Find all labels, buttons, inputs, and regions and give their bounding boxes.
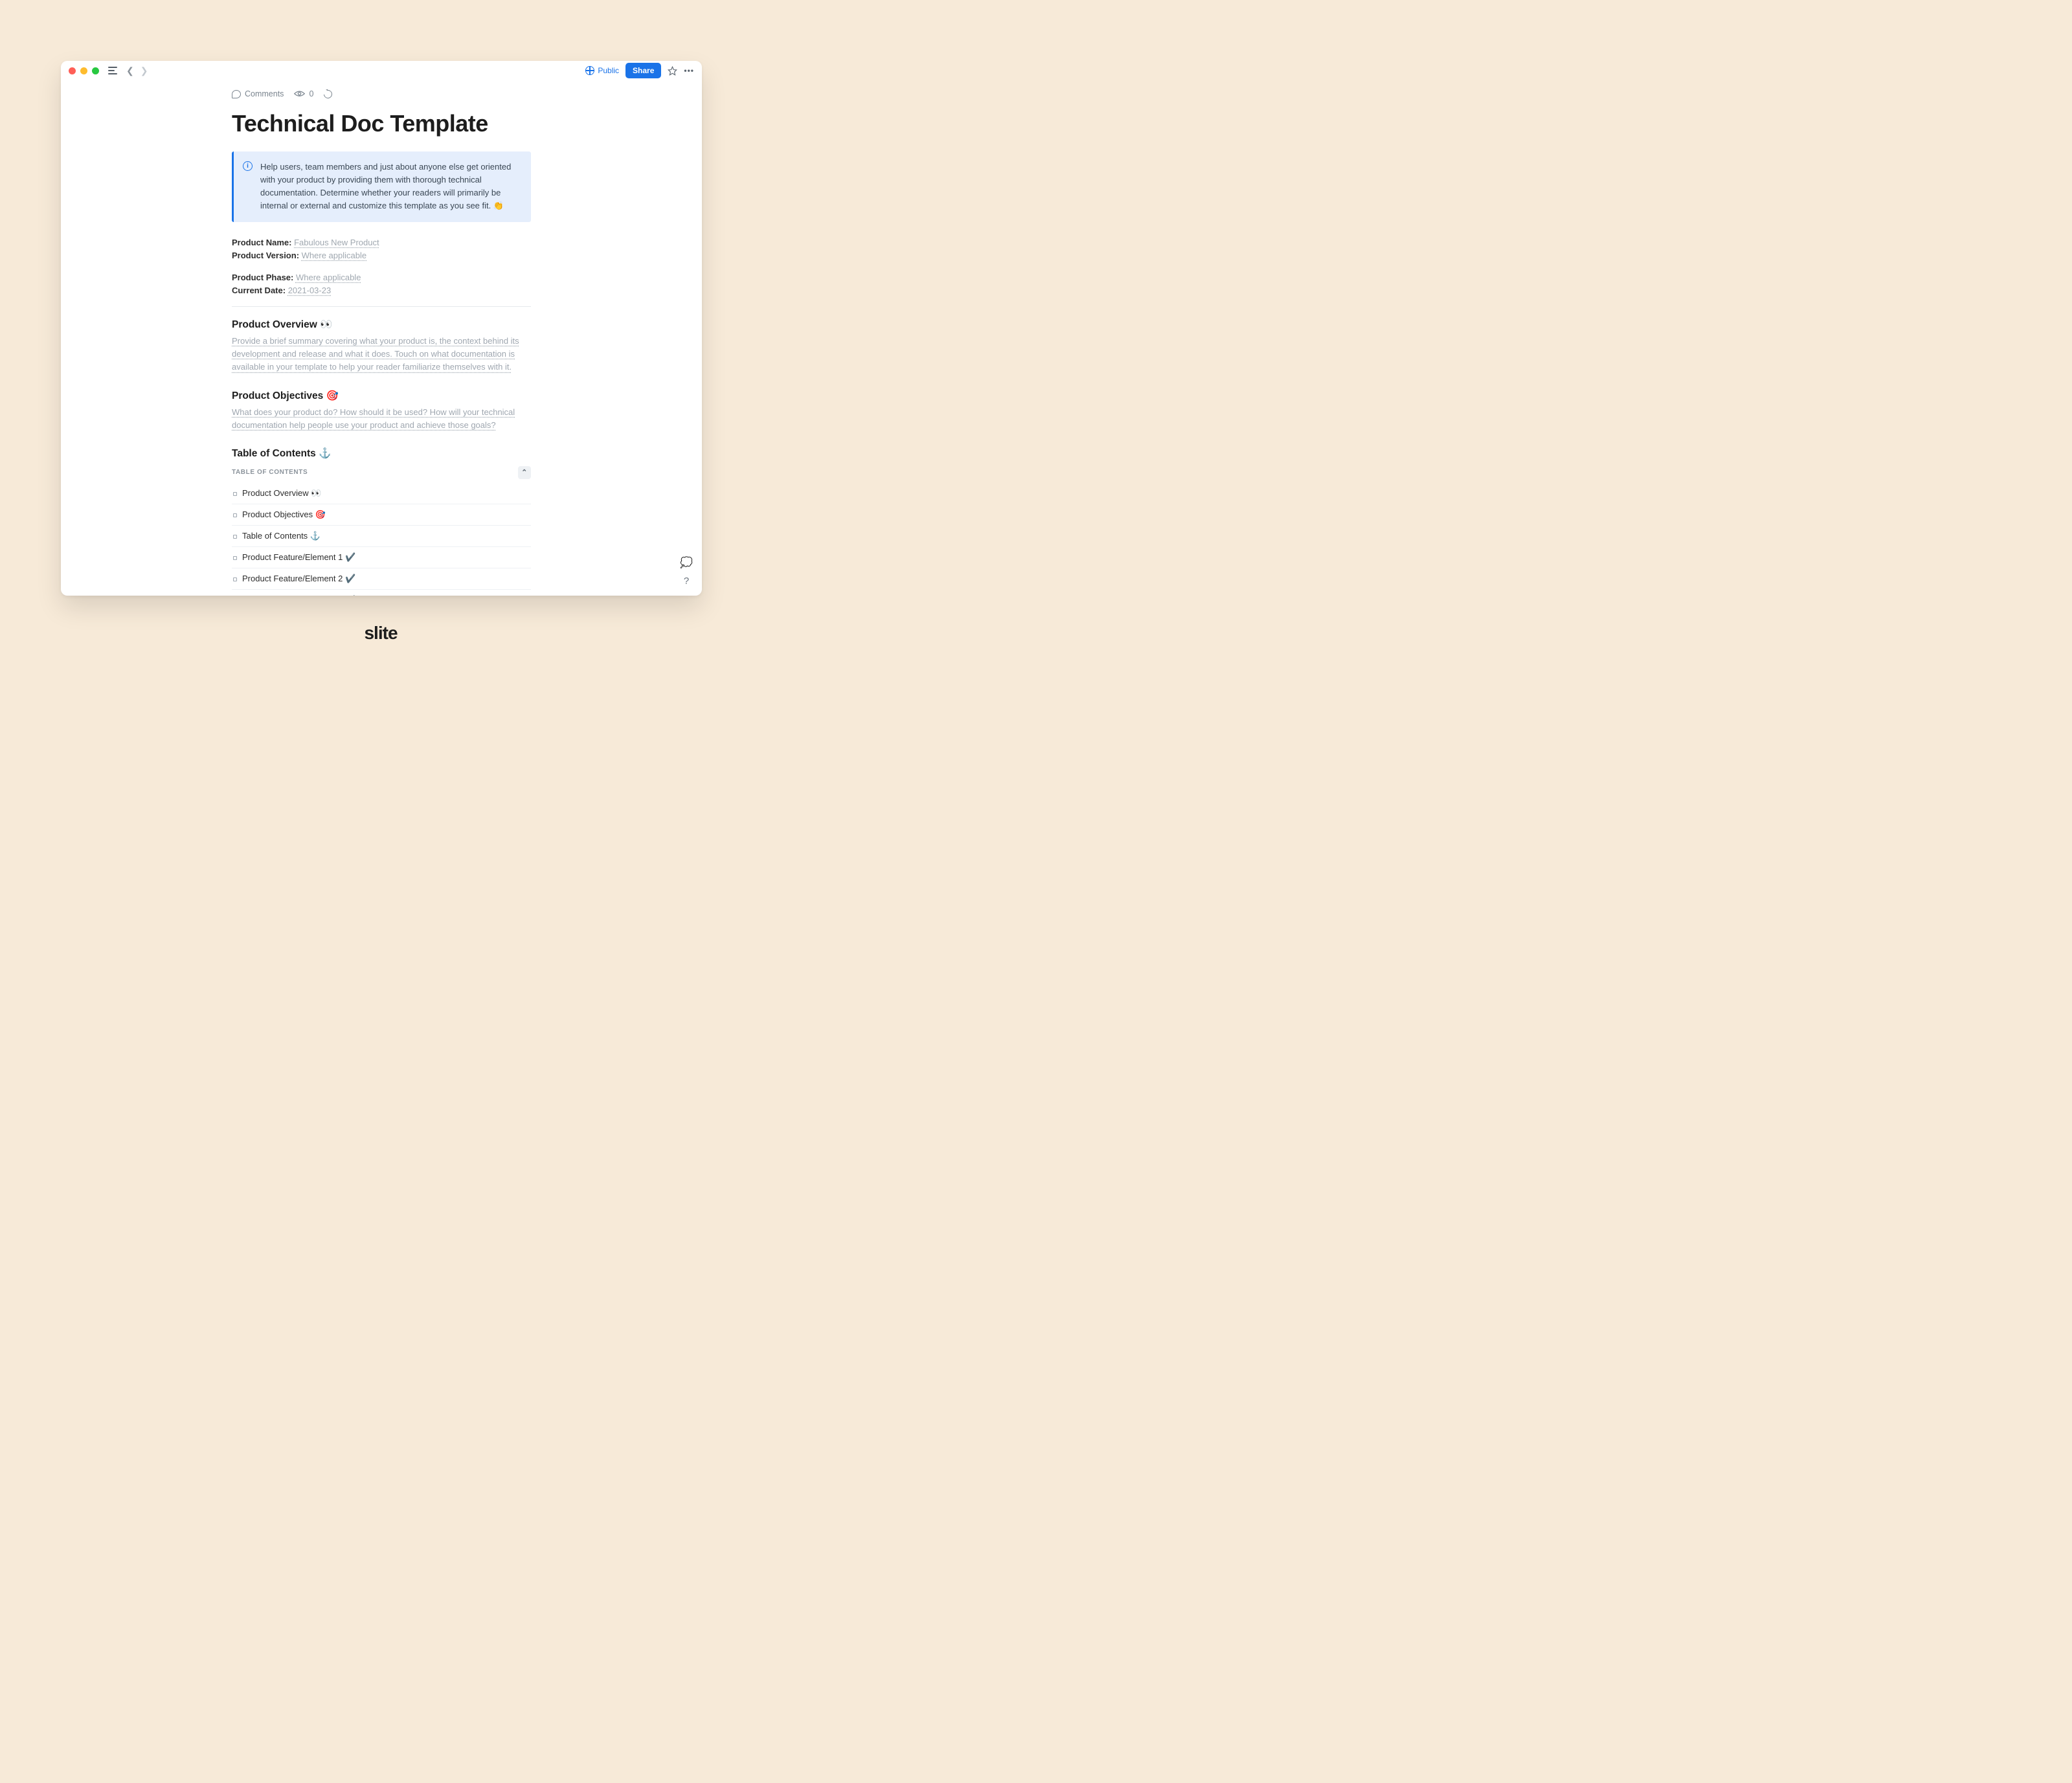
comments-button[interactable]: Comments: [232, 89, 284, 98]
toc-item[interactable]: Product Overview 👀: [232, 483, 531, 504]
history-icon[interactable]: [322, 88, 334, 100]
titlebar: ❮ ❯ Public Share •••: [61, 61, 702, 80]
toc-collapse-button[interactable]: ⌃: [518, 466, 531, 479]
overview-heading[interactable]: Product Overview 👀: [232, 319, 531, 331]
chevron-up-icon: ⌃: [521, 468, 528, 477]
feedback-bubble-icon[interactable]: 💭: [680, 556, 693, 569]
product-phase-value[interactable]: Where applicable: [296, 273, 361, 282]
comments-label: Comments: [245, 89, 284, 98]
toc-item[interactable]: Product Feature/Element 2 ✔️: [232, 568, 531, 590]
maximize-window-icon[interactable]: [92, 67, 99, 74]
view-count: 0: [294, 89, 313, 98]
help-button[interactable]: ?: [684, 576, 689, 587]
objectives-heading[interactable]: Product Objectives 🎯: [232, 390, 531, 402]
product-name-value[interactable]: Fabulous New Product: [294, 238, 379, 247]
info-icon: i: [243, 161, 253, 171]
toc-item[interactable]: Product Feature/Element 1 ✔️: [232, 547, 531, 568]
view-count-value: 0: [309, 89, 313, 98]
page-title[interactable]: Technical Doc Template: [232, 110, 531, 137]
toc-heading[interactable]: Table of Contents ⚓: [232, 447, 531, 460]
comment-icon: [232, 90, 241, 98]
traffic-lights: [69, 67, 99, 74]
overview-placeholder[interactable]: Provide a brief summary covering what yo…: [232, 335, 531, 374]
product-phase-row[interactable]: Product Phase: Where applicable: [232, 271, 531, 284]
share-button[interactable]: Share: [625, 63, 661, 78]
current-date-value[interactable]: 2021-03-23: [288, 286, 332, 295]
toc-item[interactable]: Product Feature/Element 3 ✔️: [232, 590, 531, 596]
current-date-row[interactable]: Current Date: 2021-03-23: [232, 284, 531, 297]
product-version-label: Product Version:: [232, 251, 299, 260]
product-version-value[interactable]: Where applicable: [302, 251, 366, 260]
product-phase-label: Product Phase:: [232, 273, 293, 282]
toc-item[interactable]: Table of Contents ⚓: [232, 526, 531, 547]
toc-list: Product Overview 👀 Product Objectives 🎯 …: [232, 483, 531, 596]
app-window: ❮ ❯ Public Share ••• Comments: [61, 61, 702, 596]
product-name-label: Product Name:: [232, 238, 291, 247]
public-visibility-button[interactable]: Public: [585, 66, 619, 75]
product-name-row[interactable]: Product Name: Fabulous New Product: [232, 236, 531, 249]
toc-item[interactable]: Product Objectives 🎯: [232, 504, 531, 526]
product-version-row[interactable]: Product Version: Where applicable: [232, 249, 531, 262]
brand-logo: slite: [0, 623, 761, 644]
minimize-window-icon[interactable]: [80, 67, 87, 74]
more-options-icon[interactable]: •••: [684, 66, 694, 75]
eye-icon: [294, 90, 305, 97]
nav-back-icon[interactable]: ❮: [126, 66, 134, 75]
sidebar-toggle-icon[interactable]: [108, 67, 117, 74]
nav-forward-icon[interactable]: ❯: [141, 66, 148, 75]
callout-text[interactable]: Help users, team members and just about …: [260, 161, 521, 213]
close-window-icon[interactable]: [69, 67, 76, 74]
public-label: Public: [598, 66, 619, 75]
document-body: Comments 0 Technical Doc Template i Help…: [232, 89, 531, 596]
info-callout: i Help users, team members and just abou…: [232, 151, 531, 222]
objectives-placeholder[interactable]: What does your product do? How should it…: [232, 406, 531, 432]
toc-label: TABLE OF CONTENTS: [232, 469, 308, 476]
divider: [232, 306, 531, 307]
globe-icon: [585, 66, 594, 75]
favorite-star-icon[interactable]: [668, 66, 677, 76]
current-date-label: Current Date:: [232, 286, 286, 295]
